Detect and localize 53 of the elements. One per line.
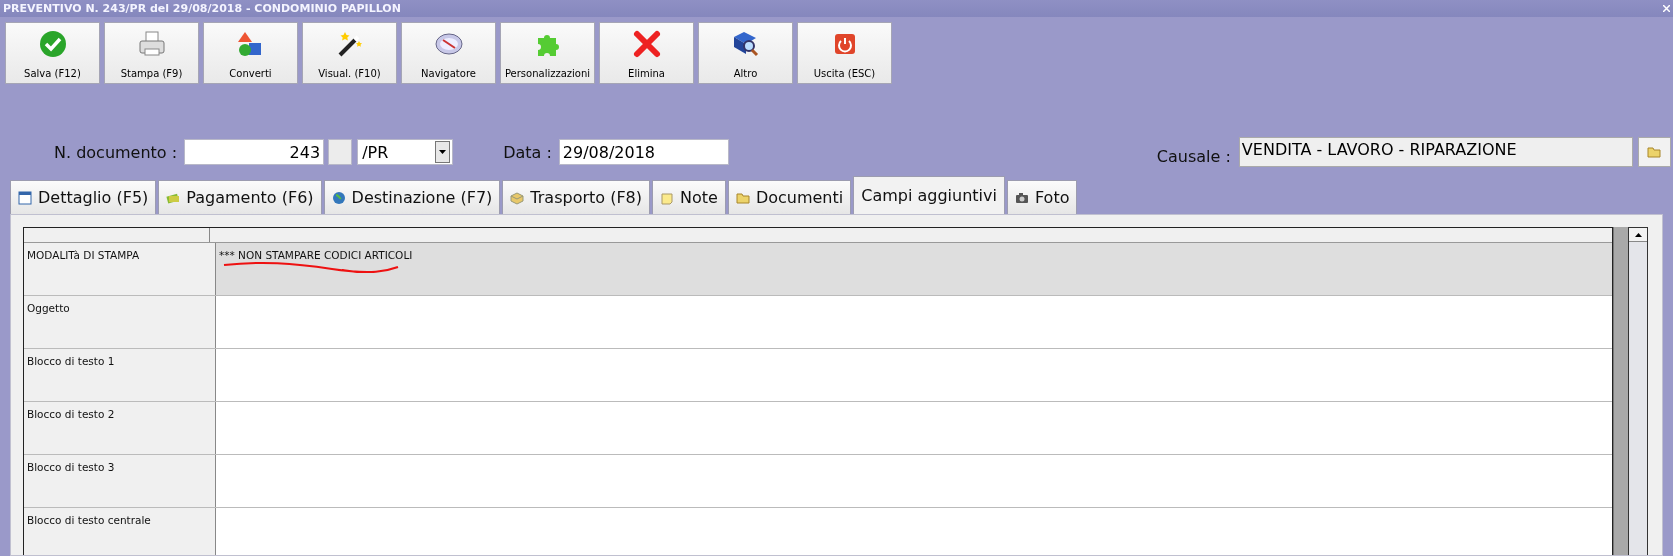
row-label: MODALITà DI STAMPA bbox=[24, 243, 216, 295]
tab[interactable]: Pagamento (F6) bbox=[158, 180, 322, 214]
tab[interactable]: Note bbox=[652, 180, 726, 214]
scrollbar[interactable] bbox=[1628, 227, 1648, 555]
camera-icon bbox=[1014, 190, 1029, 205]
row-label: Blocco di testo 1 bbox=[24, 349, 216, 401]
grid-row[interactable]: Blocco di testo 1 bbox=[24, 349, 1612, 402]
toolbar-button[interactable]: Personalizzazioni bbox=[500, 22, 595, 84]
grid-row[interactable]: MODALITà DI STAMPA *** NON STAMPARE CODICI ARTICOLI bbox=[24, 243, 1612, 296]
folder-icon bbox=[735, 190, 750, 205]
tab[interactable]: Destinazione (F7) bbox=[323, 180, 501, 214]
delete-icon bbox=[631, 29, 662, 59]
toolbar-button[interactable]: Stampa (F9) bbox=[104, 22, 199, 84]
causale-label: Causale : bbox=[1156, 146, 1231, 166]
folder-icon bbox=[1647, 145, 1662, 159]
window-title: PREVENTIVO N. 243/PR del 29/08/2018 - CONDOMINIO PAPILLON bbox=[3, 2, 401, 15]
date-label: Data : bbox=[503, 142, 552, 162]
document-number-label: N. documento : bbox=[54, 142, 178, 162]
document-number-field[interactable]: 243 bbox=[184, 139, 325, 165]
close-icon[interactable] bbox=[1663, 5, 1670, 12]
tab[interactable]: Trasporto (F8) bbox=[502, 180, 650, 214]
grid-row[interactable]: Blocco di testo 3 bbox=[24, 455, 1612, 508]
grid-row[interactable]: Blocco di testo 2 bbox=[24, 402, 1612, 455]
row-label: Oggetto bbox=[24, 296, 216, 348]
tab[interactable]: Dettaglio (F5) bbox=[10, 180, 157, 214]
caret-icon bbox=[439, 150, 447, 154]
toolbar-button[interactable]: Converti bbox=[203, 22, 298, 84]
toolbar-button[interactable]: Visual. (F10) bbox=[302, 22, 397, 84]
toolbar-button[interactable]: Altro bbox=[698, 22, 793, 84]
scroll-up-icon[interactable] bbox=[1634, 232, 1642, 237]
toolbar-button[interactable]: Elimina bbox=[599, 22, 694, 84]
series-dropdown[interactable]: /PR bbox=[357, 139, 454, 165]
row-label: Blocco di testo 3 bbox=[24, 455, 216, 507]
grid-row[interactable]: Oggetto bbox=[24, 296, 1612, 349]
printer-icon bbox=[136, 29, 167, 59]
date-field[interactable]: 29/08/2018 bbox=[558, 139, 729, 165]
check-icon bbox=[37, 29, 68, 59]
row-label: Blocco di testo 2 bbox=[24, 402, 216, 454]
toolbar-button[interactable]: Navigatore bbox=[401, 22, 496, 84]
causale-field[interactable]: VENDITA - LAVORO - RIPARAZIONE bbox=[1238, 137, 1633, 167]
row-label: Blocco di testo centrale bbox=[24, 508, 216, 555]
globe-icon bbox=[331, 190, 346, 205]
toolbar-button[interactable]: Uscita (ESC) bbox=[797, 22, 892, 84]
package-icon bbox=[510, 190, 525, 205]
tab[interactable]: Documenti bbox=[727, 180, 852, 214]
note-icon bbox=[660, 190, 674, 205]
toolbar-button[interactable]: Salva (F12) bbox=[5, 22, 100, 84]
tab[interactable]: Foto bbox=[1006, 180, 1078, 214]
folder-button[interactable] bbox=[1637, 137, 1671, 167]
value-text: *** NON STAMPARE CODICI ARTICOLI bbox=[219, 249, 413, 261]
tab[interactable]: Campi aggiuntivi bbox=[853, 176, 1005, 214]
window-icon bbox=[18, 190, 32, 205]
suffix-field[interactable] bbox=[328, 139, 353, 165]
